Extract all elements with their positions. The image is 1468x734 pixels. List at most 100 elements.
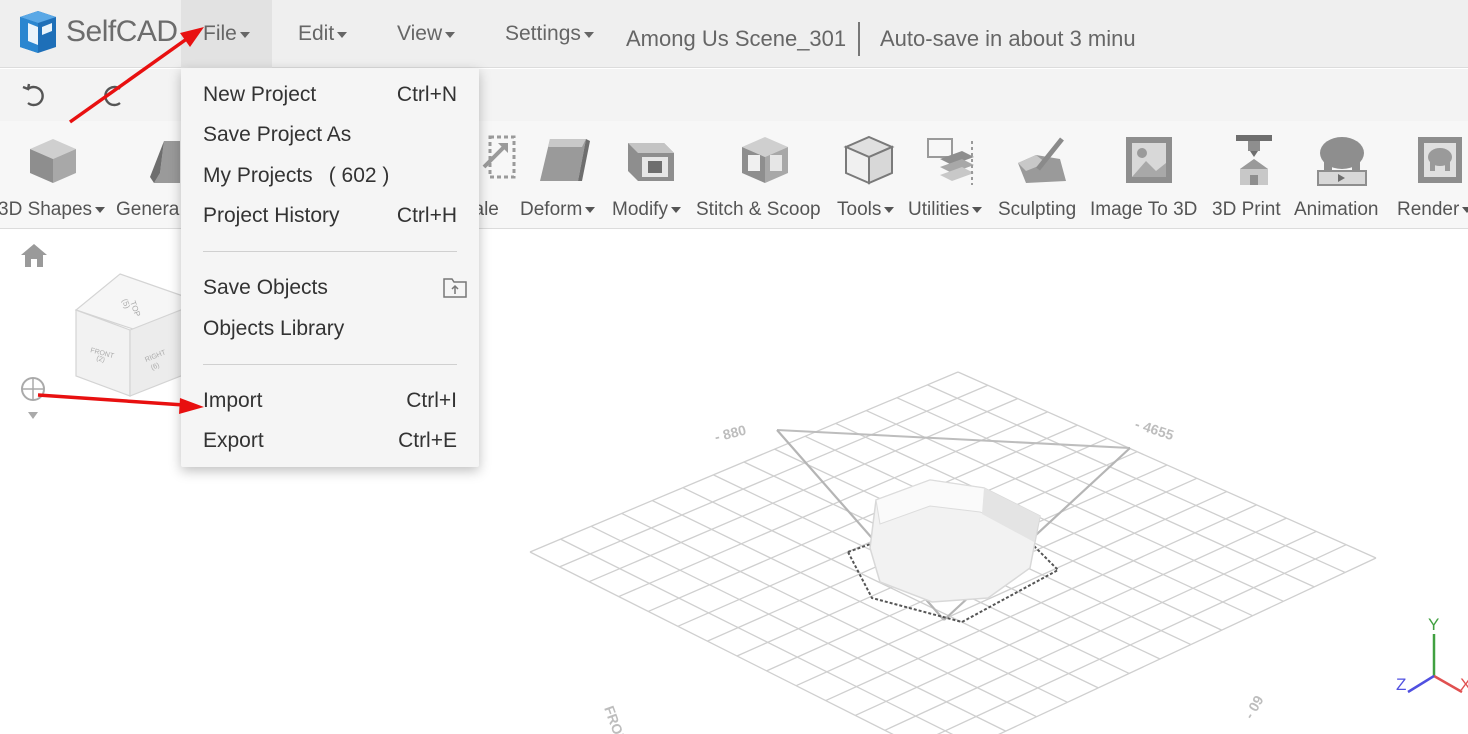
tool-deform-label: Deform [520,199,596,221]
menu-item-project-history[interactable]: Project History Ctrl+H [203,198,457,234]
redo-icon[interactable] [100,81,128,109]
tool-generate[interactable]: Genera [112,121,182,229]
menu-settings[interactable]: Settings [483,0,616,68]
utilities-icon [927,138,974,185]
folder-upload-icon[interactable] [443,276,467,298]
menu-item-label: New Project [203,83,317,106]
tool-sculpting[interactable]: Sculpting [998,121,1088,229]
home-icon[interactable] [20,242,48,268]
file-menu-dropdown: New Project Ctrl+N Save Project As My Pr… [181,68,479,467]
scene-object-octagon[interactable] [846,479,1060,624]
sculpting-icon [1018,137,1066,183]
chevron-down-icon [972,206,983,213]
menu-separator [203,364,457,365]
tool-render-label: Render [1397,199,1468,221]
tools-icon [843,135,895,185]
tool-deform[interactable]: Deform [518,121,608,229]
undo-icon[interactable] [20,81,48,109]
tool-render[interactable]: Render [1396,121,1468,229]
menu-edit[interactable]: Edit [276,0,369,68]
menu-item-export[interactable]: Export Ctrl+E [203,423,457,459]
menu-item-shortcut: Ctrl+H [396,204,457,227]
svg-text:FRON: FRON [601,704,630,734]
3d-print-icon [1236,135,1272,185]
tool-image-to-3d-label: Image To 3D [1090,199,1198,220]
menu-item-import[interactable]: Import Ctrl+I [203,383,457,419]
generate-icon [150,141,180,183]
chevron-down-icon [884,206,895,213]
menu-item-label: Import [203,389,263,412]
menu-view[interactable]: View [375,0,477,68]
axis-x-label: X [1460,675,1468,694]
menu-item-save-objects[interactable]: Save Objects [203,270,467,306]
tool-utilities[interactable]: Utilities [906,121,996,229]
selfcad-logo-icon [20,11,56,53]
tool-image-to-3d[interactable]: Image To 3D [1090,121,1210,229]
axis-y-label: Y [1428,615,1439,634]
project-title[interactable]: Among Us Scene_301 [626,26,846,52]
chevron-down-icon [1462,206,1468,213]
menu-item-shortcut: Ctrl+I [406,389,457,412]
cube-icon [30,139,76,183]
menu-settings-label: Settings [505,22,581,45]
axis-z-label: Z [1396,675,1406,694]
tool-modify[interactable]: Modify [610,121,694,229]
svg-text:- 4655: - 4655 [1133,416,1176,444]
tool-modify-label: Modify [612,199,681,221]
selfcad-logo[interactable]: SelfCAD [16,8,178,56]
tool-3d-shapes-label: 3D Shapes [0,199,106,221]
project-count: ( 602 ) [328,164,390,187]
tool-animation-label: Animation [1294,199,1379,220]
tool-animation[interactable]: Animation [1294,121,1394,229]
tool-tools-label: Tools [837,199,895,221]
chevron-down-icon [337,32,348,38]
chevron-down-icon [239,32,250,38]
menu-item-label: Save Project As [203,123,352,146]
menu-file[interactable]: File [181,0,272,68]
menu-edit-label: Edit [298,22,335,45]
menu-item-save-project-as[interactable]: Save Project As [203,117,457,153]
menu-item-label: Save Objects [203,276,328,299]
grid-line [998,557,1377,734]
menu-item-objects-library[interactable]: Objects Library [203,311,457,347]
menu-view-label: View [397,22,443,45]
scale-icon [482,135,516,179]
menu-separator [203,251,457,252]
menu-file-label: File [203,22,237,45]
stitch-scoop-icon [742,137,788,183]
tool-utilities-label: Utilities [908,199,983,221]
menu-item-label: Project History [203,204,340,227]
modify-icon [628,143,674,181]
deform-icon [540,139,590,181]
menu-item-label: My Projects [203,164,313,187]
menu-item-new-project[interactable]: New Project Ctrl+N [203,77,457,113]
animation-icon [1317,137,1367,186]
tool-3d-print-label: 3D Print [1212,199,1281,220]
menu-item-shortcut: Ctrl+N [396,83,457,106]
menu-item-shortcut: Ctrl+E [398,429,457,452]
chevron-down-icon [670,206,681,213]
tool-3d-shapes[interactable]: 3D Shapes [0,121,112,229]
title-divider [858,22,860,56]
app-name: SelfCAD [66,15,178,48]
menu-item-label: Export [203,429,264,452]
svg-text:- 880: - 880 [713,422,748,445]
menu-item-my-projects[interactable]: My Projects ( 602 ) [203,158,457,194]
orbit-gizmo-icon[interactable] [18,374,48,422]
tool-stitch-scoop[interactable]: Stitch & Scoop [696,121,834,229]
render-icon [1418,137,1462,183]
svg-text:- 09: - 09 [1241,692,1267,721]
axis-gizmo: Y X Z [1396,615,1468,694]
image-to-3d-icon [1126,137,1172,183]
tool-stitch-scoop-label: Stitch & Scoop [696,199,821,220]
tool-3d-print[interactable]: 3D Print [1212,121,1294,229]
menubar: SelfCAD File Edit View Settings Among Us… [0,0,1468,68]
tool-sculpting-label: Sculpting [998,199,1077,220]
chevron-down-icon [585,206,596,213]
tool-generate-label: Genera [116,199,180,220]
menu-item-label: Objects Library [203,317,345,340]
autosave-status: Auto-save in about 3 minu [880,26,1136,51]
chevron-down-icon [583,32,594,38]
tool-tools[interactable]: Tools [836,121,906,229]
chevron-down-icon [95,206,106,213]
